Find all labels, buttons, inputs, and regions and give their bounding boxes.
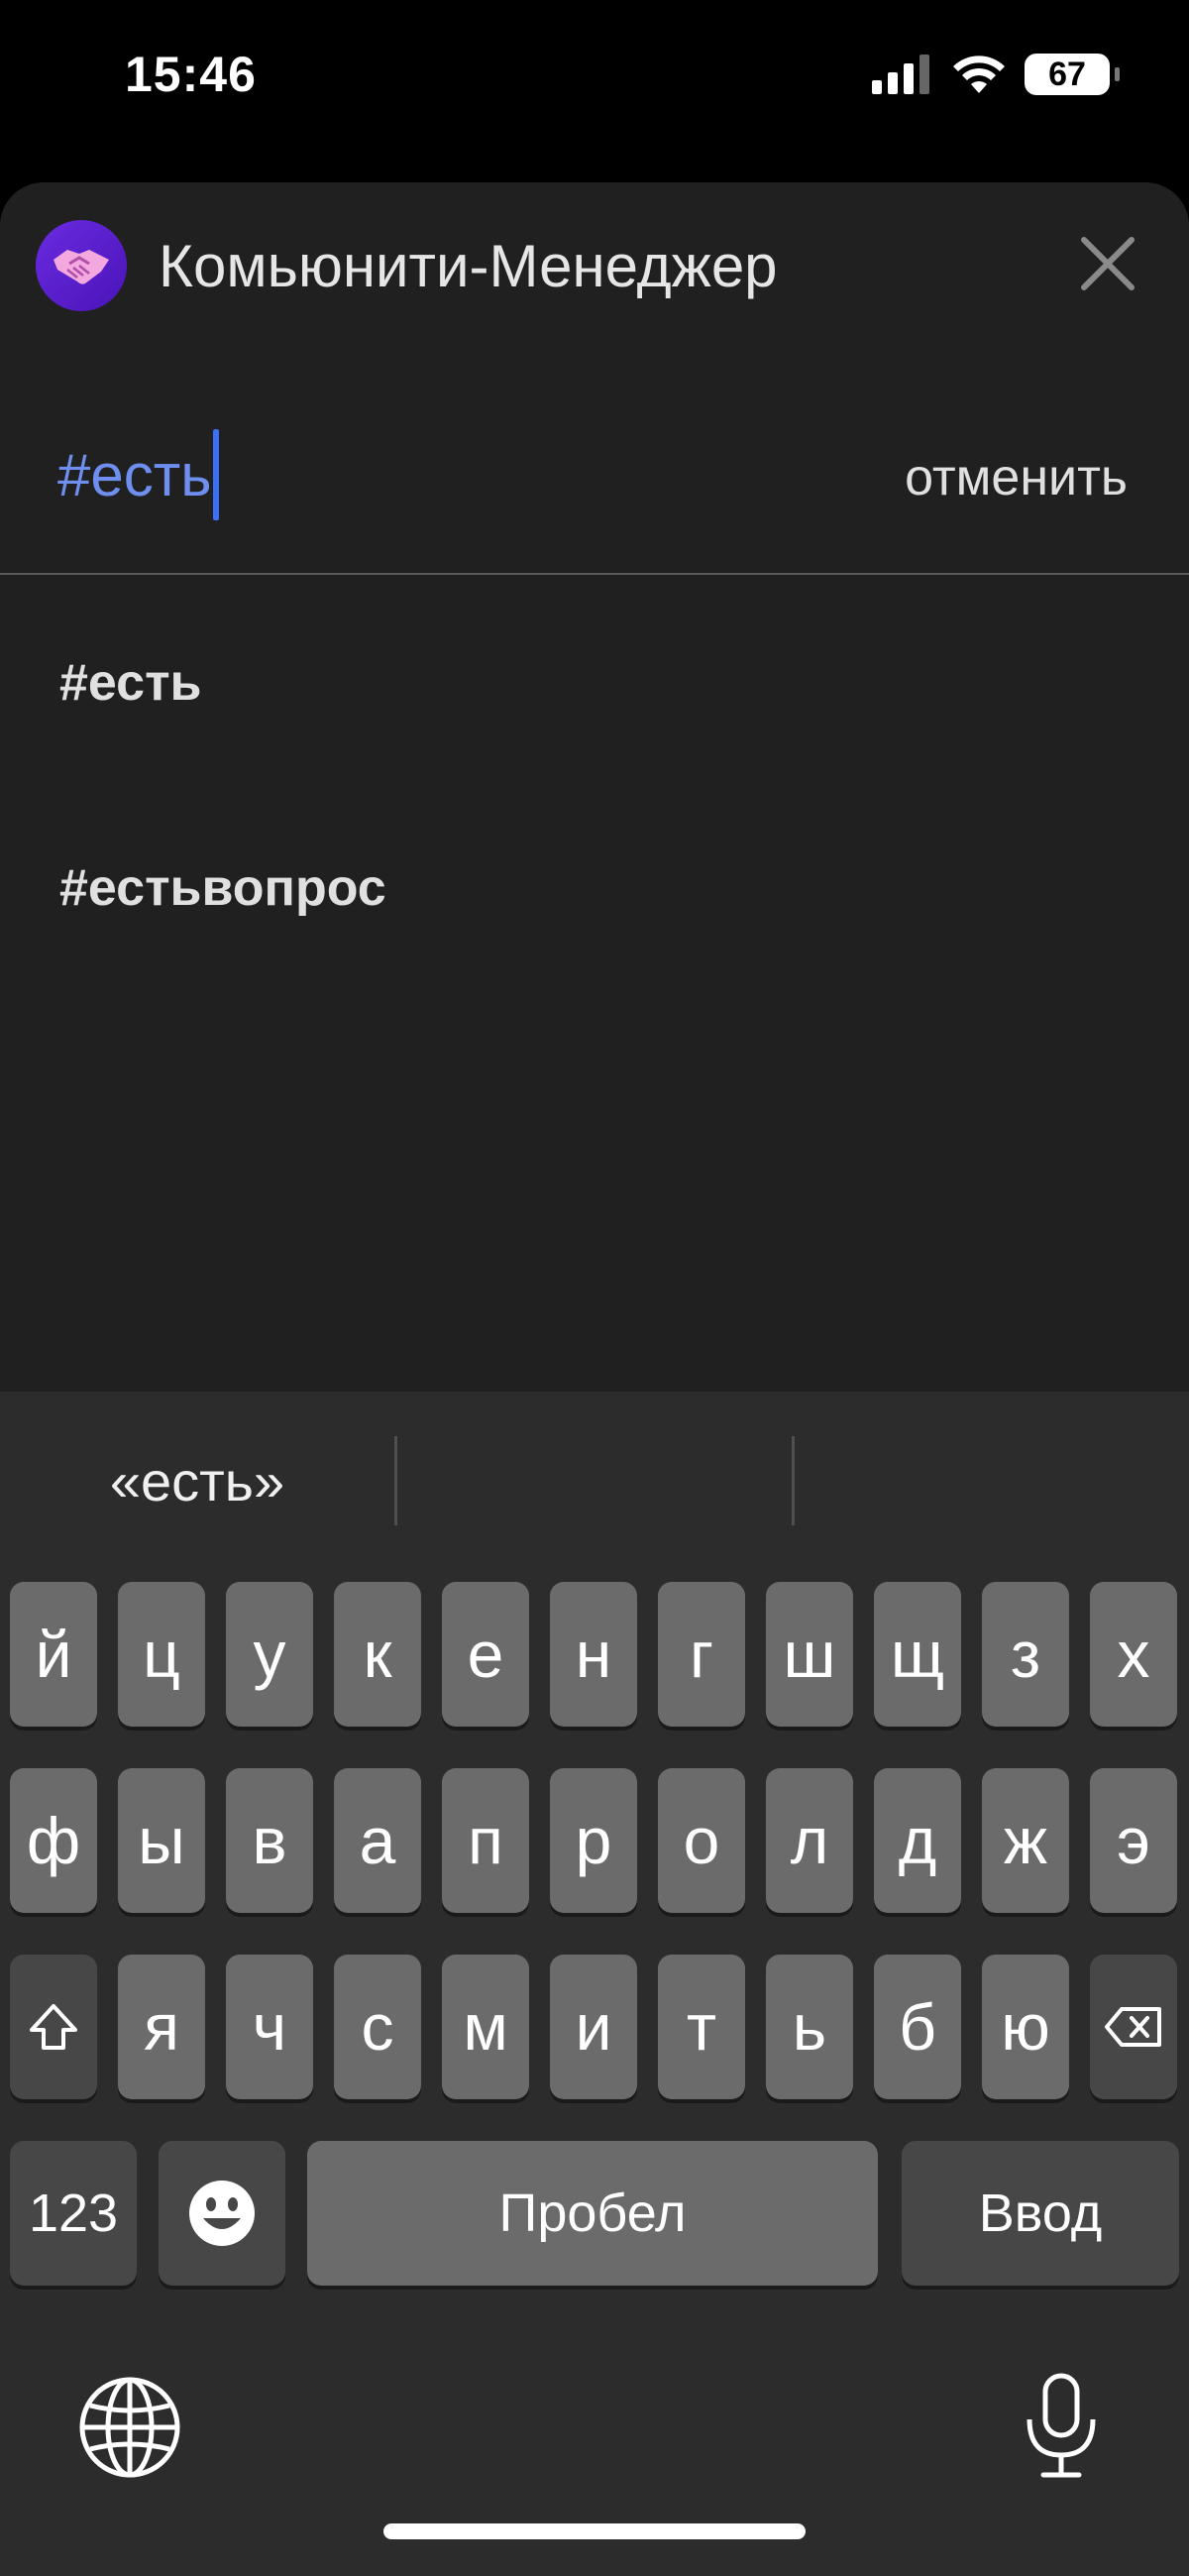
key-б[interactable]: б [874, 1955, 961, 2099]
prediction-item[interactable] [397, 1431, 792, 1530]
microphone-icon [1027, 2373, 1096, 2478]
key-row-3: я ч с м и т ь б ю [0, 1955, 1189, 2099]
hashtag-search-sheet: Комьюнити-Менеджер #есть отменить #есть … [0, 182, 1189, 1392]
key-л[interactable]: л [766, 1768, 853, 1913]
dictation-button[interactable] [1007, 2365, 1116, 2488]
signal-icon [872, 55, 929, 94]
handshake-icon [54, 250, 109, 284]
emoji-icon [189, 2181, 255, 2246]
numbers-key[interactable]: 123 [10, 2141, 137, 2286]
key-т[interactable]: т [658, 1955, 745, 2099]
key-з[interactable]: з [982, 1582, 1069, 1727]
key-д[interactable]: д [874, 1768, 961, 1913]
key-а[interactable]: а [334, 1768, 421, 1913]
hashtag-search-input[interactable]: #есть [57, 429, 830, 520]
key-row-4: 123 Пробел Ввод [0, 2141, 1189, 2286]
key-й[interactable]: й [10, 1582, 97, 1727]
battery-indicator: 67 [1025, 54, 1120, 95]
key-в[interactable]: в [226, 1768, 313, 1913]
key-и[interactable]: и [550, 1955, 637, 2099]
key-р[interactable]: р [550, 1768, 637, 1913]
key-э[interactable]: э [1090, 1768, 1177, 1913]
emoji-key[interactable] [159, 2141, 285, 2286]
key-х[interactable]: х [1090, 1582, 1177, 1727]
status-bar: 15:46 67 [0, 0, 1189, 159]
globe-button[interactable] [75, 2373, 184, 2482]
status-time: 15:46 [125, 47, 257, 102]
key-у[interactable]: у [226, 1582, 313, 1727]
key-ж[interactable]: ж [982, 1768, 1069, 1913]
return-key[interactable]: Ввод [902, 2141, 1179, 2286]
key-г[interactable]: г [658, 1582, 745, 1727]
close-icon [1081, 237, 1135, 290]
sheet-header: Комьюнити-Менеджер [0, 182, 1189, 351]
delete-key[interactable] [1090, 1955, 1177, 2099]
key-ч[interactable]: ч [226, 1955, 313, 2099]
suggestion-item[interactable]: #есть [0, 579, 1189, 787]
keyboard: «есть» й ц у к е н г ш щ з х ф ы в а п р… [0, 1392, 1189, 2576]
app-avatar [36, 220, 127, 311]
prediction-bar: «есть» [0, 1431, 1189, 1530]
key-row-2: ф ы в а п р о л д ж э [0, 1768, 1189, 1913]
prediction-item[interactable]: «есть» [0, 1431, 394, 1530]
prediction-item[interactable] [795, 1431, 1189, 1530]
key-ы[interactable]: ы [118, 1768, 205, 1913]
cancel-button[interactable]: отменить [905, 448, 1128, 507]
key-ф[interactable]: ф [10, 1768, 97, 1913]
home-indicator [383, 2523, 806, 2539]
key-с[interactable]: с [334, 1955, 421, 2099]
key-м[interactable]: м [442, 1955, 529, 2099]
key-н[interactable]: н [550, 1582, 637, 1727]
shift-icon [30, 2004, 77, 2050]
app-title: Комьюнити-Менеджер [159, 233, 778, 299]
key-ь[interactable]: ь [766, 1955, 853, 2099]
key-я[interactable]: я [118, 1955, 205, 2099]
status-icons: 67 [872, 54, 1120, 95]
shift-key[interactable] [10, 1955, 97, 2099]
key-о[interactable]: о [658, 1768, 745, 1913]
search-row: #есть отменить [0, 391, 1189, 575]
suggestion-list: #есть #естьвопрос [0, 579, 1189, 989]
key-ц[interactable]: ц [118, 1582, 205, 1727]
key-row-1: й ц у к е н г ш щ з х [0, 1582, 1189, 1727]
text-caret [213, 429, 220, 520]
backspace-icon [1105, 2007, 1161, 2047]
close-button[interactable] [1066, 222, 1149, 305]
suggestion-item[interactable]: #естьвопрос [0, 787, 1189, 989]
key-п[interactable]: п [442, 1768, 529, 1913]
search-input-value: #есть [57, 441, 212, 508]
globe-icon [79, 2377, 180, 2478]
key-ш[interactable]: ш [766, 1582, 853, 1727]
wifi-icon [953, 56, 1005, 93]
space-key[interactable]: Пробел [307, 2141, 878, 2286]
key-щ[interactable]: щ [874, 1582, 961, 1727]
key-к[interactable]: к [334, 1582, 421, 1727]
key-ю[interactable]: ю [982, 1955, 1069, 2099]
key-е[interactable]: е [442, 1582, 529, 1727]
